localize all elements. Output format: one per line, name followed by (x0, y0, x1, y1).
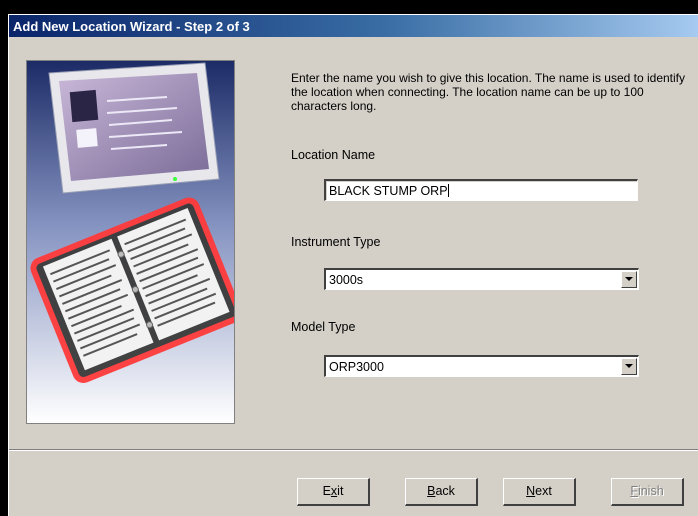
title-bar[interactable]: Add New Location Wizard - Step 2 of 3 (9, 15, 698, 37)
back-button[interactable]: Back (405, 478, 478, 506)
location-name-input[interactable]: BLACK STUMP ORP (324, 179, 638, 201)
location-name-label: Location Name (291, 148, 376, 162)
text-caret (447, 184, 449, 197)
model-type-dropdown-button[interactable] (621, 358, 637, 375)
model-type-label: Model Type (291, 320, 356, 334)
model-type-value: ORP3000 (329, 360, 384, 374)
wizard-window: Add New Location Wizard - Step 2 of 3 En… (8, 14, 698, 516)
instrument-type-dropdown-button[interactable] (621, 271, 637, 288)
model-type-select[interactable]: ORP3000 (324, 355, 639, 377)
instructions-text: Enter the name you wish to give this loc… (291, 71, 685, 113)
window-title: Add New Location Wizard - Step 2 of 3 (13, 19, 250, 34)
wizard-illustration (26, 60, 235, 424)
instrument-type-label: Instrument Type (291, 235, 381, 249)
chevron-down-icon (625, 277, 633, 281)
button-separator (9, 449, 698, 451)
instrument-type-select[interactable]: 3000s (324, 268, 639, 290)
next-button[interactable]: Next (503, 478, 576, 506)
instrument-type-value: 3000s (329, 273, 364, 287)
location-name-value: BLACK STUMP ORP (329, 184, 449, 198)
exit-button[interactable]: Exit (297, 478, 370, 506)
finish-button[interactable]: Finish (611, 478, 684, 506)
chevron-down-icon (625, 364, 633, 368)
